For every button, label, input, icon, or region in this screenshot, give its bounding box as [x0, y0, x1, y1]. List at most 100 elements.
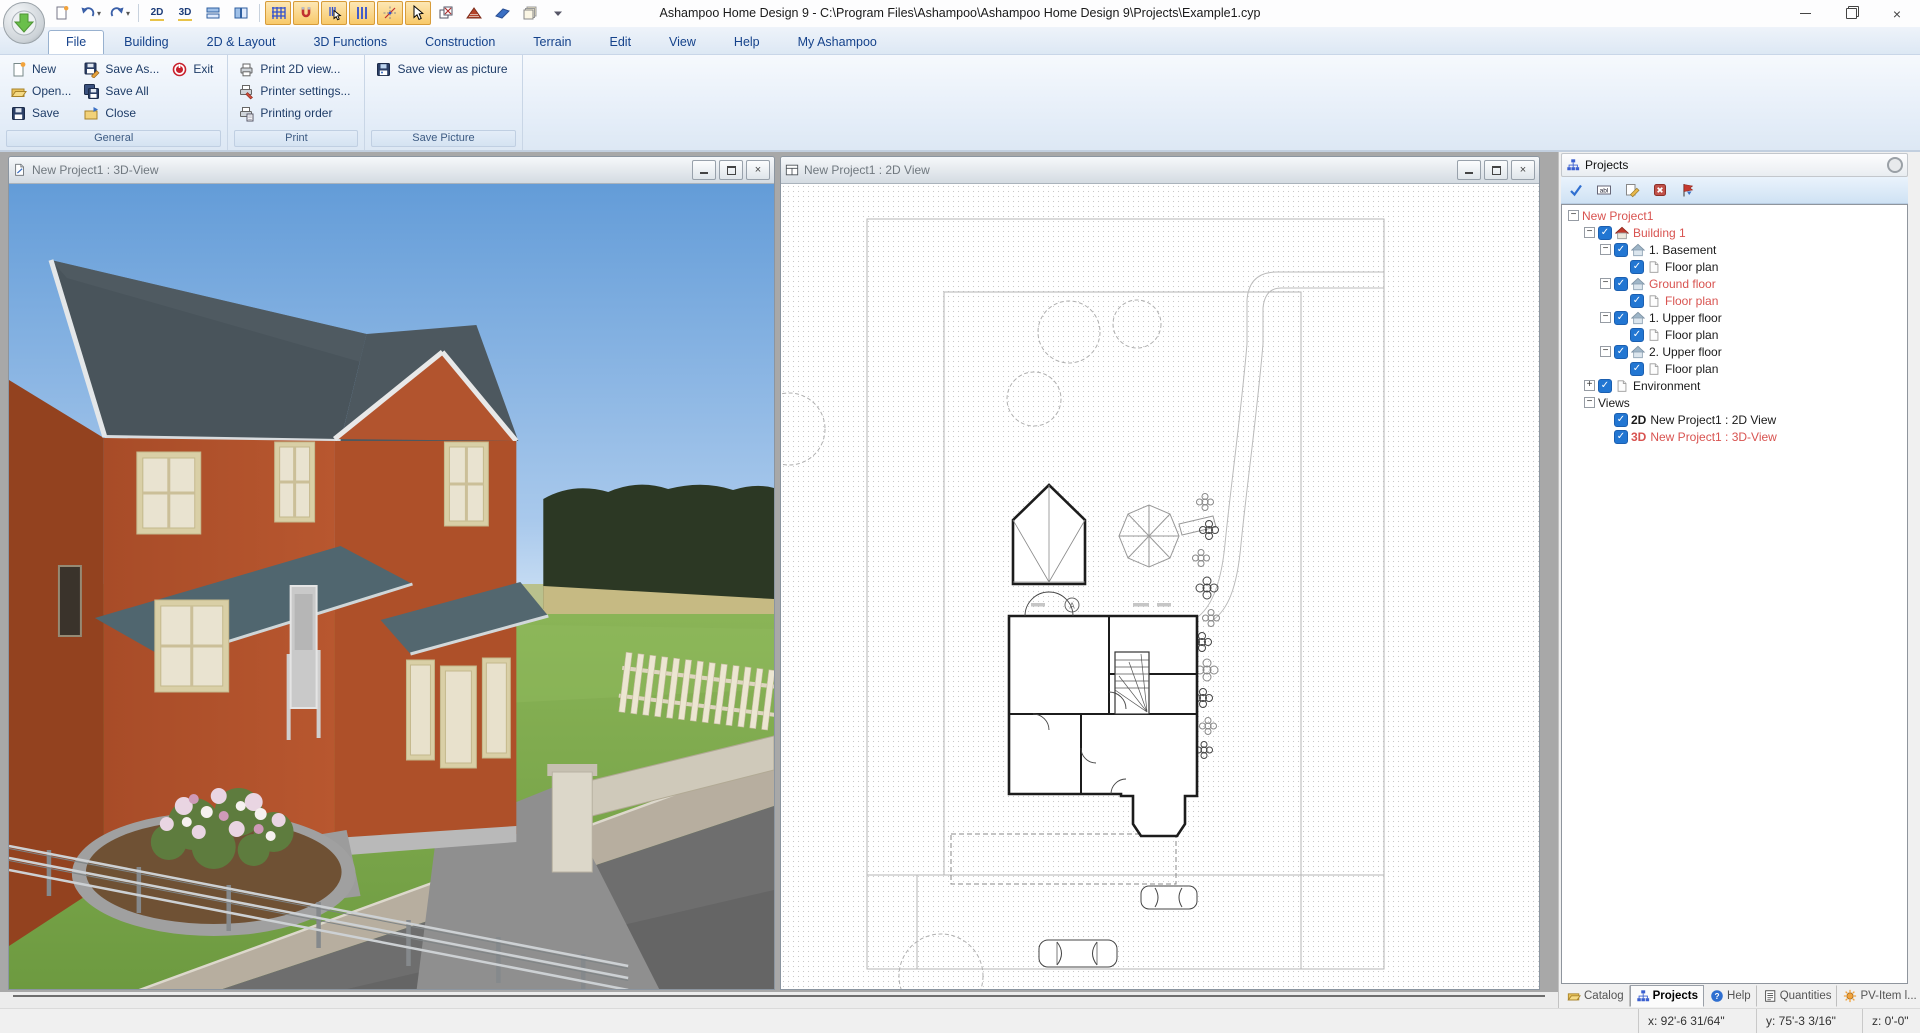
visibility-checkbox[interactable]: ✓ [1614, 311, 1628, 325]
tree-item-new-project1[interactable]: −New Project1 [1562, 207, 1907, 224]
print-2d-view-button[interactable]: Print 2D view... [234, 59, 354, 79]
save-button[interactable]: Save [6, 103, 75, 123]
panel-tab-quantities[interactable]: Quantities [1757, 985, 1838, 1007]
tree-item-building-1[interactable]: −✓Building 1 [1562, 224, 1907, 241]
3d-maximize-button[interactable] [719, 160, 743, 180]
ribbon: NewOpen... Save Save As...Save AllClose Exi… [0, 55, 1920, 152]
projects-panel-header[interactable]: Projects [1561, 153, 1908, 177]
visibility-checkbox[interactable]: ✓ [1614, 345, 1628, 359]
tree-item-floor-plan[interactable]: ✓ Floor plan [1562, 292, 1907, 309]
printing-order-label: Printing order [260, 106, 332, 120]
projects-panel: Projects −New Project1−✓Building 1−✓1. B… [1558, 152, 1920, 1008]
collapse-icon[interactable]: − [1600, 312, 1611, 323]
open-button[interactable]: Open... [6, 81, 75, 101]
minimize-button[interactable] [1782, 0, 1828, 27]
visibility-checkbox[interactable]: ✓ [1630, 260, 1644, 274]
panel-tab-label: Help [1727, 990, 1751, 1002]
2d-close-button[interactable]: × [1511, 160, 1535, 180]
collapse-icon[interactable]: − [1600, 244, 1611, 255]
delete-button[interactable] [1647, 179, 1673, 201]
collapse-icon[interactable]: − [1584, 227, 1595, 238]
tree-item-views[interactable]: −Views [1562, 394, 1907, 411]
collapse-icon[interactable]: − [1584, 397, 1595, 408]
3d-close-button[interactable]: × [746, 160, 770, 180]
restore-button[interactable] [1828, 0, 1874, 27]
import-icon [1680, 182, 1696, 198]
tab-my-ashampoo[interactable]: My Ashampoo [780, 30, 895, 54]
tree-item-floor-plan[interactable]: ✓Floor plan [1562, 326, 1907, 343]
window-controls: × [1782, 0, 1920, 27]
tree-item-environment[interactable]: +✓Environment [1562, 377, 1907, 394]
app-logo-button[interactable] [3, 2, 45, 44]
visibility-checkbox[interactable]: ✓ [1630, 328, 1644, 342]
collapse-icon[interactable]: − [1600, 278, 1611, 289]
close-button[interactable]: Close [79, 103, 163, 123]
tree-item-2d-new-project1-2d-view[interactable]: ✓2DNew Project1 : 2D View [1562, 411, 1907, 428]
tab-file[interactable]: File [48, 30, 104, 54]
collapse-icon[interactable]: − [1568, 210, 1579, 221]
close-button[interactable]: × [1874, 0, 1920, 27]
visibility-checkbox[interactable]: ✓ [1598, 226, 1612, 240]
printing-order-button[interactable]: Printing order [234, 103, 354, 123]
tree-item-label: 1. Upper floor [1649, 311, 1722, 325]
visibility-checkbox[interactable]: ✓ [1614, 243, 1628, 257]
visibility-checkbox[interactable]: ✓ [1630, 294, 1644, 308]
svg-text:A: A [1069, 602, 1075, 611]
title-bar[interactable]: ▾▾2D3D Ashampoo Home Design 9 - C:\Progr… [0, 0, 1920, 28]
tree-item-ground-floor[interactable]: −✓Ground floor [1562, 275, 1907, 292]
tab-building[interactable]: Building [106, 30, 186, 54]
tree-item-1-basement[interactable]: −✓1. Basement [1562, 241, 1907, 258]
tab-help[interactable]: Help [716, 30, 778, 54]
2d-maximize-button[interactable] [1484, 160, 1508, 180]
visibility-checkbox[interactable]: ✓ [1614, 430, 1628, 444]
3d-viewport[interactable] [9, 184, 774, 990]
tree-item-floor-plan[interactable]: ✓Floor plan [1562, 360, 1907, 377]
2d-minimize-button[interactable] [1457, 160, 1481, 180]
document-2d-icon [785, 163, 799, 177]
tab-3d-functions[interactable]: 3D Functions [295, 30, 405, 54]
tree-item-label: New Project1 : 3D-View [1650, 430, 1777, 444]
save-as-button[interactable]: Save As... [79, 59, 163, 79]
2d-viewport[interactable]: A [781, 184, 1539, 990]
printer-settings-button[interactable]: Printer settings... [234, 81, 354, 101]
visibility-checkbox[interactable]: ✓ [1614, 277, 1628, 291]
rename-button[interactable] [1591, 179, 1617, 201]
expand-icon[interactable]: + [1584, 380, 1595, 391]
collapse-icon[interactable]: − [1600, 346, 1611, 357]
2d-view-titlebar[interactable]: New Project1 : 2D View × [781, 157, 1539, 184]
2d-view-title: New Project1 : 2D View [804, 163, 1454, 177]
exit-button[interactable]: Exit [167, 59, 217, 79]
tree-item-3d-new-project1-3d-view[interactable]: ✓3DNew Project1 : 3D-View [1562, 428, 1907, 445]
apply-button[interactable] [1563, 179, 1589, 201]
tab-construction[interactable]: Construction [407, 30, 513, 54]
tab-2d-layout[interactable]: 2D & Layout [189, 30, 294, 54]
panel-tab-projects[interactable]: Projects [1630, 985, 1704, 1007]
3d-minimize-button[interactable] [692, 160, 716, 180]
tree-item-floor-plan[interactable]: ✓Floor plan [1562, 258, 1907, 275]
help-icon [1710, 989, 1724, 1003]
tree-item-1-upper-floor[interactable]: −✓ 1. Upper floor [1562, 309, 1907, 326]
panel-tab-pv-item-l[interactable]: PV-Item l... [1837, 985, 1920, 1007]
tab-edit[interactable]: Edit [592, 30, 650, 54]
floor-icon [1631, 311, 1645, 325]
tab-terrain[interactable]: Terrain [515, 30, 589, 54]
view-type-label: 2D [1631, 413, 1646, 427]
tree-item-label: New Project1 [1582, 209, 1653, 223]
properties-button[interactable] [1619, 179, 1645, 201]
visibility-checkbox[interactable]: ✓ [1630, 362, 1644, 376]
panel-tab-catalog[interactable]: Catalog [1561, 985, 1630, 1007]
save-view-as-picture-button[interactable]: Save view as picture [371, 59, 511, 79]
pin-icon[interactable] [1887, 157, 1903, 173]
tab-view[interactable]: View [651, 30, 714, 54]
3d-view-titlebar[interactable]: New Project1 : 3D-View × [9, 157, 774, 184]
visibility-checkbox[interactable]: ✓ [1614, 413, 1628, 427]
visibility-checkbox[interactable]: ✓ [1598, 379, 1612, 393]
save-label: Save [32, 106, 59, 120]
import-button[interactable] [1675, 179, 1701, 201]
panel-tab-help[interactable]: Help [1704, 985, 1757, 1007]
new-button[interactable]: New [6, 59, 75, 79]
tree-item-2-upper-floor[interactable]: −✓2. Upper floor [1562, 343, 1907, 360]
terrace-outline [951, 834, 1176, 884]
save-all-button[interactable]: Save All [79, 81, 163, 101]
tree-item-label: Floor plan [1665, 294, 1718, 308]
